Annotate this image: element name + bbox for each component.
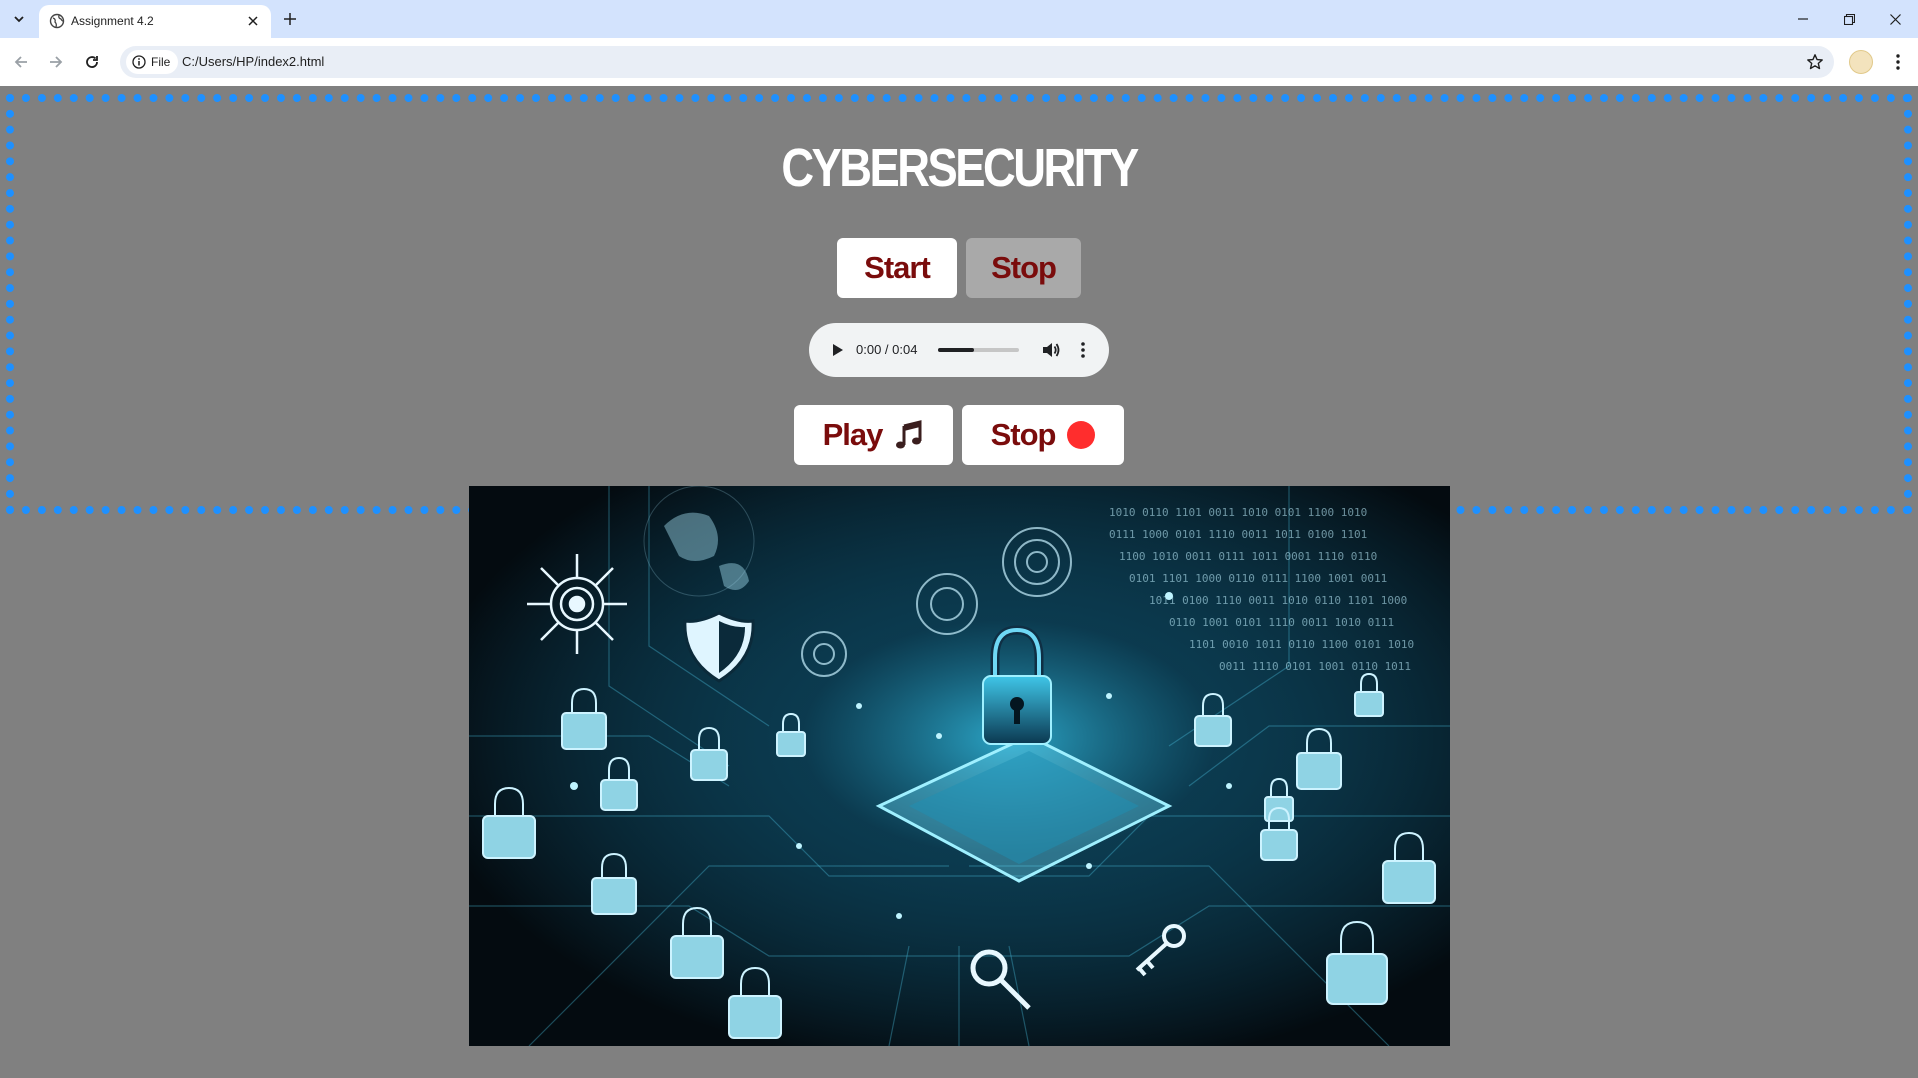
svg-text:1011 0100 1110 0011 1010 0110: 1011 0100 1110 0011 1010 0110 1101 1000 [1149,594,1407,607]
arrow-left-icon [14,56,27,68]
plus-icon [284,13,296,25]
cybersecurity-image: 1010 0110 1101 0011 1010 0101 1100 1010 … [469,486,1450,1046]
stop-button[interactable]: Stop [966,238,1081,298]
music-note-icon [896,420,922,449]
play-button[interactable]: Play [794,405,953,465]
tab-close-button[interactable] [243,11,263,31]
reload-button[interactable] [80,50,104,74]
minimize-button[interactable] [1780,0,1826,38]
reload-icon [86,56,98,68]
play-button-label: Play [822,417,884,452]
browser-toolbar: File C:/Users/HP/index2.html [0,38,1918,86]
back-button[interactable] [9,50,33,74]
gear-icon [527,554,627,654]
svg-text:0110 1001 0101 1110 0011 1010: 0110 1001 0101 1110 0011 1010 0111 [1169,616,1394,629]
restore-button[interactable] [1826,0,1872,38]
more-vertical-icon [1896,54,1900,70]
browser-menu-button[interactable] [1886,50,1910,74]
globe-icon [49,13,65,29]
star-icon[interactable] [1806,53,1824,71]
address-bar[interactable]: File C:/Users/HP/index2.html [120,46,1834,78]
arrow-right-icon [50,56,63,68]
close-window-button[interactable] [1872,0,1918,38]
active-tab[interactable]: Assignment 4.2 [39,5,271,38]
info-icon [132,55,146,69]
tab-strip: Assignment 4.2 [0,0,1918,38]
page-title: CYBERSECURITY [781,138,1139,198]
audio-progress-fill [938,348,974,352]
svg-text:0111 1000 0101 1110 0011 1011: 0111 1000 0101 1110 0011 1011 0100 1101 [1109,528,1367,541]
svg-text:0011 1110 0101 1001 0110 1011: 0011 1110 0101 1001 0110 1011 [1219,660,1411,673]
audio-progress-bar[interactable] [938,348,1019,352]
profile-avatar[interactable] [1849,50,1873,74]
forward-button[interactable] [44,50,68,74]
new-tab-button[interactable] [279,8,301,30]
tab-search-button[interactable] [7,8,31,30]
stop-audio-button[interactable]: Stop [962,405,1124,465]
svg-text:1100 1010 0011 0111 1011 0001: 1100 1010 0011 0111 1011 0001 1110 0110 [1119,550,1377,563]
minimize-icon [1798,18,1808,20]
svg-text:0101 1101 1000 0110 0111 1100: 0101 1101 1000 0110 0111 1100 1001 0011 [1129,572,1387,585]
close-icon [248,16,258,26]
volume-icon[interactable] [1040,339,1062,361]
page-viewport: CYBERSECURITY Start Stop 0:00 / 0:04 Pla… [0,86,1918,1078]
play-icon[interactable] [827,340,847,360]
audio-time: 0:00 / 0:04 [856,342,918,357]
svg-text:1010 0110 1101 0011 1010 0101: 1010 0110 1101 0011 1010 0101 1100 1010 [1109,506,1367,519]
site-chip-label: File [151,55,171,69]
stop-sign-icon [1067,421,1096,449]
cybersecurity-illustration: 1010 0110 1101 0011 1010 0101 1100 1010 … [469,486,1450,1046]
url-text[interactable]: C:/Users/HP/index2.html [182,54,324,70]
audio-player[interactable]: 0:00 / 0:04 [809,323,1109,377]
close-icon [1889,13,1901,25]
start-button[interactable]: Start [837,238,957,298]
more-vertical-icon[interactable] [1073,340,1093,360]
site-info-chip[interactable]: File [126,50,179,74]
chevron-down-icon [14,16,24,23]
stop-audio-button-label: Stop [990,417,1057,452]
tab-title: Assignment 4.2 [71,14,154,28]
svg-text:1101 0010 1011 0110 1100 0101: 1101 0010 1011 0110 1100 0101 1010 [1189,638,1414,651]
restore-icon [1843,13,1855,25]
